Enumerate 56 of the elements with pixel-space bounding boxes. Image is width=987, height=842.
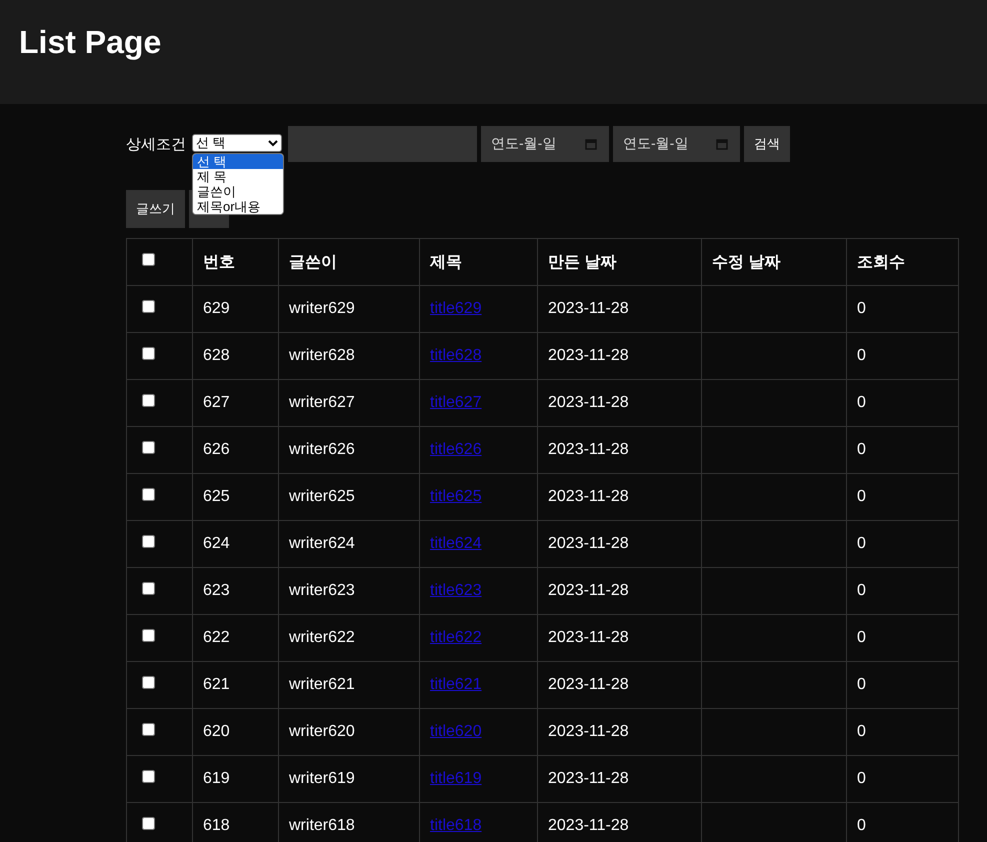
- column-header: 만든 날짜: [538, 238, 702, 286]
- table-cell: 626: [203, 441, 230, 458]
- table-cell: writer619: [289, 770, 355, 787]
- table-cell: 2023-11-28: [548, 582, 629, 599]
- table-cell: writer624: [289, 535, 355, 552]
- table-cell: 0: [857, 488, 866, 505]
- table-cell: writer621: [289, 676, 355, 693]
- table-cell: 625: [203, 488, 230, 505]
- table-cell: 623: [203, 582, 230, 599]
- table-cell: 2023-11-28: [548, 770, 629, 787]
- table-cell: 622: [203, 629, 230, 646]
- filter-label: 상세조건: [126, 134, 186, 154]
- table-cell: 2023-11-28: [548, 441, 629, 458]
- table-cell: 2023-11-28: [548, 817, 629, 834]
- table-cell: 2023-11-28: [548, 629, 629, 646]
- table-cell: 2023-11-28: [548, 676, 629, 693]
- table-cell: 629: [203, 300, 230, 317]
- table-cell: 0: [857, 300, 866, 317]
- table-cell: 2023-11-28: [548, 394, 629, 411]
- table-cell: 2023-11-28: [548, 300, 629, 317]
- column-header: 조회수: [846, 238, 958, 286]
- table-cell: writer627: [289, 394, 355, 411]
- column-header: 수정 날짜: [702, 238, 846, 286]
- table-cell: 0: [857, 394, 866, 411]
- table-cell: writer626: [289, 441, 355, 458]
- column-header: 제목: [420, 238, 538, 286]
- table-cell: writer618: [289, 817, 355, 834]
- table-cell: 0: [857, 770, 866, 787]
- table-cell: 627: [203, 394, 230, 411]
- table-cell: 2023-11-28: [548, 723, 629, 740]
- table-cell: 619: [203, 770, 230, 787]
- table-cell: writer623: [289, 582, 355, 599]
- table-cell: 0: [857, 723, 866, 740]
- table-cell: 0: [857, 629, 866, 646]
- table-cell: 0: [857, 582, 866, 599]
- table-cell: 620: [203, 723, 230, 740]
- table-cell: 0: [857, 676, 866, 693]
- table-cell: 2023-11-28: [548, 347, 629, 364]
- table-cell: writer628: [289, 347, 355, 364]
- table-cell: writer629: [289, 300, 355, 317]
- table-cell: 0: [857, 535, 866, 552]
- page-title: List Page: [19, 24, 162, 61]
- table-cell: 618: [203, 817, 230, 834]
- table-cell: 624: [203, 535, 230, 552]
- table-cell: 621: [203, 676, 230, 693]
- table-cell: writer625: [289, 488, 355, 505]
- table-cell: 628: [203, 347, 230, 364]
- table-cell: writer620: [289, 723, 355, 740]
- table-cell: writer622: [289, 629, 355, 646]
- table-cell: 2023-11-28: [548, 535, 629, 552]
- column-header: 글쓴이: [278, 238, 420, 286]
- table-cell: 0: [857, 817, 866, 834]
- table-cell: 2023-11-28: [548, 488, 629, 505]
- column-header: 번호: [192, 238, 278, 286]
- table-cell: 0: [857, 347, 866, 364]
- table-cell: 0: [857, 441, 866, 458]
